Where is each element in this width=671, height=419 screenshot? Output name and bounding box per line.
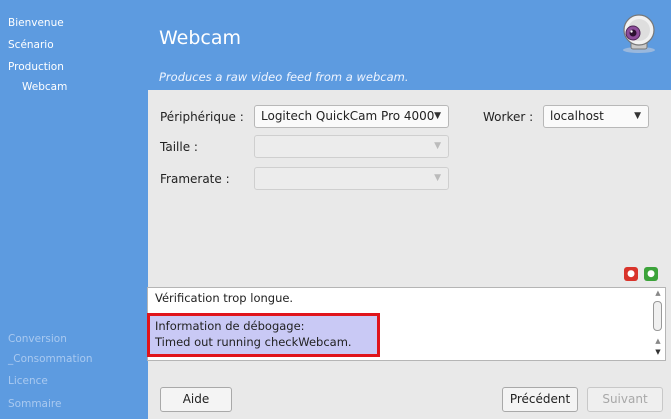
scroll-up-icon[interactable]: ▲ (652, 337, 664, 345)
page-title: Webcam (159, 27, 242, 49)
page-subtitle: Produces a raw video feed from a webcam. (159, 70, 409, 84)
device-select[interactable]: Logitech QuickCam Pro 4000 ▼ (254, 105, 449, 128)
content-area: Périphérique : Logitech QuickCam Pro 400… (148, 90, 671, 419)
webcam-icon (623, 14, 655, 53)
chevron-down-icon: ▼ (434, 173, 441, 183)
stop-icon[interactable]: ● (624, 267, 638, 281)
chevron-down-icon: ▼ (434, 111, 441, 121)
scroll-down-icon[interactable]: ▼ (652, 348, 664, 356)
sidebar-item-bienvenue[interactable]: Bienvenue (8, 17, 64, 29)
debug-info-heading: Information de débogage: (155, 319, 305, 333)
sidebar-item-webcam[interactable]: Webcam (22, 81, 67, 93)
scroll-thumb[interactable] (653, 301, 662, 331)
device-label: Périphérique : (160, 110, 244, 124)
go-icon[interactable]: ● (644, 267, 658, 281)
debug-info-highlight: Information de débogage: Timed out runni… (147, 313, 380, 357)
worker-select[interactable]: localhost ▼ (543, 105, 649, 128)
scroll-up-icon[interactable]: ▲ (652, 289, 664, 297)
device-select-value: Logitech QuickCam Pro 4000 (261, 109, 435, 123)
sidebar-item-conversion[interactable]: Conversion (8, 333, 67, 345)
header: Webcam Produces a raw video feed from a … (148, 0, 671, 90)
worker-select-value: localhost (550, 109, 604, 123)
previous-button[interactable]: Précédent (502, 387, 578, 412)
size-select[interactable]: ▼ (254, 135, 449, 158)
help-button[interactable]: Aide (160, 387, 232, 412)
debug-info-message: Timed out running checkWebcam. (155, 335, 352, 349)
worker-label: Worker : (483, 110, 534, 124)
sidebar-item-consommation[interactable]: _Consommation (8, 353, 93, 365)
log-line: Vérification trop longue. (155, 291, 294, 305)
chevron-down-icon: ▼ (434, 141, 441, 151)
chevron-down-icon: ▼ (634, 111, 641, 121)
sidebar-item-scenario[interactable]: Scénario (8, 39, 54, 51)
sidebar-item-licence[interactable]: Licence (8, 375, 48, 387)
sidebar: Bienvenue Scénario Production Webcam Con… (0, 0, 148, 419)
framerate-label: Framerate : (160, 172, 230, 186)
next-button[interactable]: Suivant (587, 387, 663, 412)
size-label: Taille : (160, 140, 198, 154)
sidebar-item-production[interactable]: Production (8, 61, 64, 73)
log-scrollbar[interactable]: ▲ ▲ ▼ (652, 289, 664, 359)
framerate-select[interactable]: ▼ (254, 167, 449, 190)
sidebar-item-sommaire[interactable]: Sommaire (8, 398, 61, 410)
